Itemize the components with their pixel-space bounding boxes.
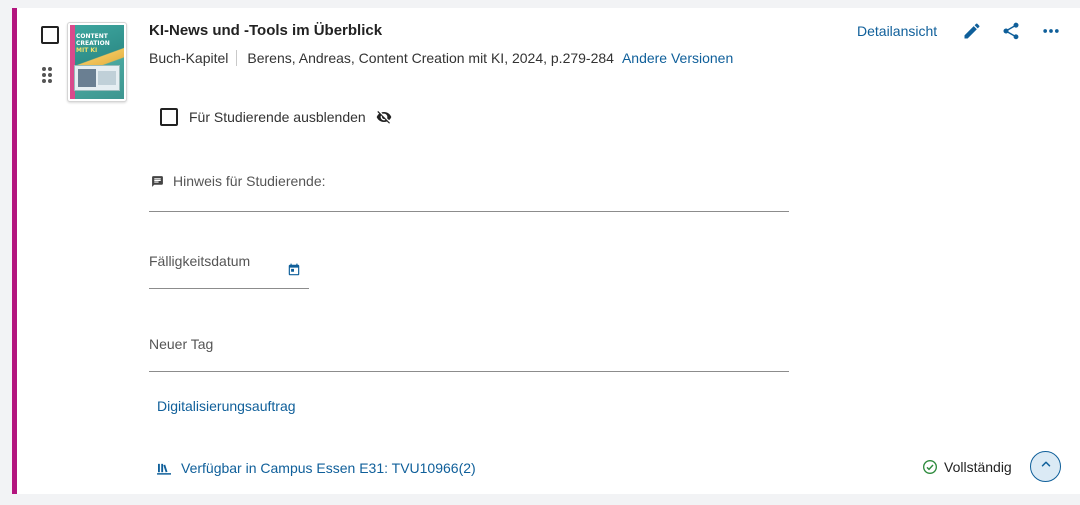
collapse-button[interactable] <box>1030 451 1061 482</box>
drag-handle-icon[interactable] <box>40 66 54 84</box>
eye-off-icon <box>376 109 392 125</box>
other-versions-link[interactable]: Andere Versionen <box>622 50 733 66</box>
calendar-icon[interactable] <box>287 263 301 282</box>
status-text: Vollständig <box>944 459 1012 475</box>
book-cover-title: CONTENT CREATION MIT KI <box>76 33 110 54</box>
new-tag-label: Neuer Tag <box>149 336 214 352</box>
book-cover-thumbnail[interactable]: CONTENT CREATION MIT KI <box>67 22 127 102</box>
share-icon <box>1001 21 1021 46</box>
due-date-field[interactable]: Fälligkeitsdatum <box>149 248 309 289</box>
new-tag-field[interactable]: Neuer Tag <box>149 330 789 372</box>
hide-for-students-checkbox[interactable] <box>160 108 178 126</box>
metadata-divider <box>236 50 238 66</box>
availability-text: Verfügbar in Campus Essen E31: TVU10966(… <box>181 460 476 476</box>
due-date-label: Fälligkeitsdatum <box>149 253 251 269</box>
status-badge: Vollständig <box>922 459 1012 475</box>
book-cover-image: CONTENT CREATION MIT KI <box>70 25 124 99</box>
more-horizontal-icon <box>1041 21 1061 46</box>
library-books-icon <box>157 462 172 475</box>
pencil-icon <box>962 21 982 46</box>
student-note-label: Hinweis für Studierende: <box>173 173 326 189</box>
student-note-field[interactable]: Hinweis für Studierende: <box>149 168 789 212</box>
hide-for-students-row: Für Studierende ausblenden <box>160 108 392 126</box>
more-options-button[interactable] <box>1038 20 1064 46</box>
chevron-up-icon <box>1039 457 1053 476</box>
item-citation: Berens, Andreas, Content Creation mit KI… <box>247 50 614 66</box>
hide-for-students-label: Für Studierende ausblenden <box>189 109 366 125</box>
select-item-checkbox[interactable] <box>41 26 59 44</box>
check-circle-icon <box>922 459 938 475</box>
reading-list-item-card: CONTENT CREATION MIT KI KI-News und -Too… <box>12 8 1080 494</box>
availability-link[interactable]: Verfügbar in Campus Essen E31: TVU10966(… <box>157 460 476 476</box>
edit-button[interactable] <box>959 20 985 46</box>
item-type: Buch-Kapitel <box>149 50 229 66</box>
item-metadata: Buch-Kapitel Berens, Andreas, Content Cr… <box>149 50 733 66</box>
item-title: KI-News und -Tools im Überblick <box>149 22 383 39</box>
digitization-request-link[interactable]: Digitalisierungsauftrag <box>157 398 296 414</box>
share-button[interactable] <box>998 20 1024 46</box>
detail-view-link[interactable]: Detailansicht <box>857 23 937 39</box>
note-icon <box>151 175 164 193</box>
